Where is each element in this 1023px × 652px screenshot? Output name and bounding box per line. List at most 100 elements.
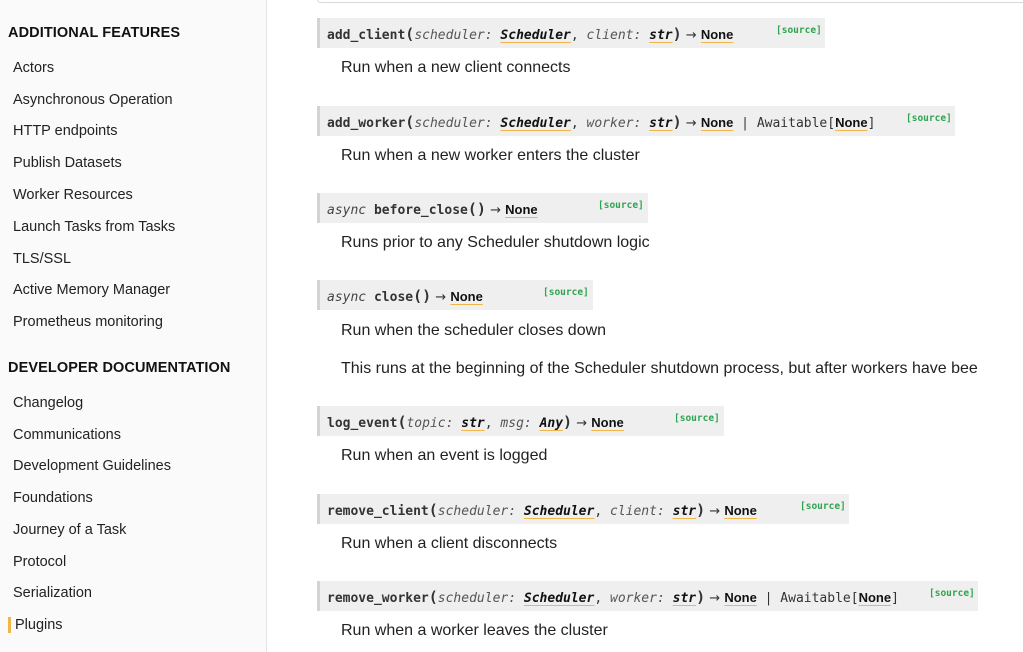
method-description: Run when an event is logged <box>341 447 548 464</box>
return-type-link[interactable]: None <box>450 289 483 304</box>
sidebar-item-journey-of-a-task[interactable]: Journey of a Task <box>13 522 126 538</box>
param-type-link[interactable]: str <box>673 504 696 519</box>
source-link[interactable]: [source] <box>598 200 644 211</box>
source-link[interactable]: [source] <box>674 413 720 424</box>
source-link[interactable]: [source] <box>906 113 952 124</box>
param-type-link[interactable]: Any <box>540 416 563 431</box>
param-colon: : <box>633 28 650 43</box>
return-arrow: → <box>485 203 506 218</box>
param-colon: : <box>656 504 673 519</box>
sidebar-nav: ADDITIONAL FEATURES Actors Asynchronous Op… <box>0 0 267 652</box>
param-name: worker <box>586 116 634 131</box>
sidebar-item-changelog[interactable]: Changelog <box>13 395 83 411</box>
param-name: scheduler <box>414 28 485 43</box>
param-name: client <box>610 504 657 519</box>
return-arrow: → <box>681 116 701 131</box>
open-paren: ( <box>428 588 438 606</box>
param-type-link[interactable]: str <box>649 116 672 131</box>
return-type-text: | Awaitable[ <box>733 116 836 131</box>
method-description: This runs at the beginning of the Schedu… <box>341 360 978 377</box>
source-link[interactable]: [source] <box>776 25 822 36</box>
sidebar-item-communications[interactable]: Communications <box>13 427 121 443</box>
sidebar-item-foundations[interactable]: Foundations <box>13 490 93 506</box>
param-name: worker <box>610 591 657 606</box>
method-description: Run when a worker leaves the cluster <box>341 622 608 639</box>
return-type-link[interactable]: None <box>859 590 892 605</box>
sidebar-item-development-guidelines[interactable]: Development Guidelines <box>13 458 171 474</box>
param-name: msg <box>500 416 524 431</box>
param-type-link[interactable]: str <box>649 28 672 43</box>
method-name: log_event <box>327 416 398 431</box>
sidebar-item-protocol[interactable]: Protocol <box>13 554 66 570</box>
sidebar-item-tls-ssl[interactable]: TLS/SSL <box>13 251 71 267</box>
param-type-link[interactable]: Scheduler <box>500 116 570 131</box>
sidebar-item-launch-tasks-from-tasks[interactable]: Launch Tasks from Tasks <box>13 219 175 235</box>
param-type-link[interactable]: str <box>461 416 484 431</box>
method-signature-remove-client: remove_client(scheduler: Scheduler, clie… <box>317 494 849 524</box>
open-paren: ( <box>467 200 477 218</box>
return-type-link[interactable]: None <box>591 415 624 430</box>
sidebar-item-publish-datasets[interactable]: Publish Datasets <box>13 155 122 171</box>
method-name: before_close <box>373 203 468 218</box>
signature-line: remove_client(scheduler: Scheduler, clie… <box>327 501 757 519</box>
method-name: add_worker <box>327 116 406 131</box>
return-type-link[interactable]: None <box>724 590 757 605</box>
return-arrow: → <box>681 28 701 43</box>
param-colon: : <box>445 416 462 431</box>
sidebar-item-active-memory-manager[interactable]: Active Memory Manager <box>13 282 170 298</box>
return-type-link[interactable]: None <box>724 503 757 518</box>
close-paren: ) <box>672 113 682 131</box>
param-colon: : <box>484 28 501 43</box>
signature-line: async close() → None <box>327 287 483 305</box>
param-colon: : <box>484 116 501 131</box>
return-type-link[interactable]: None <box>701 27 734 42</box>
sidebar-item-actors[interactable]: Actors <box>13 60 54 76</box>
sidebar-item-serialization[interactable]: Serialization <box>13 585 92 601</box>
method-description: Run when a new worker enters the cluster <box>341 147 640 164</box>
param-name: client <box>586 28 634 43</box>
source-link[interactable]: [source] <box>800 501 846 512</box>
return-type-link[interactable]: None <box>835 115 868 130</box>
sidebar-item-prometheus-monitoring[interactable]: Prometheus monitoring <box>13 314 163 330</box>
open-paren: ( <box>413 287 423 305</box>
param-name: scheduler <box>437 591 509 606</box>
sidebar-section-title: DEVELOPER DOCUMENTATION <box>8 360 231 376</box>
return-type-link[interactable]: None <box>505 202 538 217</box>
signature-line: log_event(topic: str, msg: Any) → None <box>327 413 624 431</box>
signature-line: add_client(scheduler: Scheduler, client:… <box>327 25 734 43</box>
open-paren: ( <box>428 501 438 519</box>
close-paren: ) <box>563 413 573 431</box>
sidebar-section-title: ADDITIONAL FEATURES <box>8 25 181 41</box>
return-type-link[interactable]: None <box>701 115 734 130</box>
param-name: scheduler <box>414 116 485 131</box>
param-name: topic <box>406 416 446 431</box>
param-type-link[interactable]: Scheduler <box>500 28 570 43</box>
param-colon: : <box>508 591 524 606</box>
close-paren: ) <box>696 501 706 519</box>
sidebar-item-http-endpoints[interactable]: HTTP endpoints <box>13 123 118 139</box>
return-arrow: → <box>705 504 725 519</box>
method-signature-log-event: log_event(topic: str, msg: Any) → None [s… <box>317 406 724 436</box>
param-colon: : <box>633 116 650 131</box>
source-link[interactable]: [source] <box>929 588 975 599</box>
return-type-text: ] <box>867 116 876 131</box>
close-paren: ) <box>696 588 706 606</box>
close-paren: ) <box>422 287 432 305</box>
method-name: remove_worker <box>327 591 429 606</box>
source-link[interactable]: [source] <box>543 287 589 298</box>
method-description: Run when the scheduler closes down <box>341 322 607 339</box>
sidebar-item-plugins[interactable]: Plugins <box>8 617 63 633</box>
param-type-link[interactable]: str <box>673 591 696 606</box>
method-signature-add-worker: add_worker(scheduler: Scheduler, worker:… <box>317 106 955 136</box>
sidebar-item-asynchronous-operation[interactable]: Asynchronous Operation <box>13 92 173 108</box>
method-signature-before-close: async before_close() → None [source] <box>317 193 648 223</box>
param-name: scheduler <box>437 504 509 519</box>
open-paren: ( <box>405 25 415 43</box>
return-type-text: ] <box>891 591 899 606</box>
main-content: add_client(scheduler: Scheduler, client:… <box>268 0 1023 652</box>
sidebar-item-worker-resources[interactable]: Worker Resources <box>13 187 133 203</box>
param-type-link[interactable]: Scheduler <box>524 504 594 519</box>
param-type-link[interactable]: Scheduler <box>524 591 594 606</box>
previous-signature-box <box>317 0 1023 3</box>
param-colon: : <box>523 416 540 431</box>
